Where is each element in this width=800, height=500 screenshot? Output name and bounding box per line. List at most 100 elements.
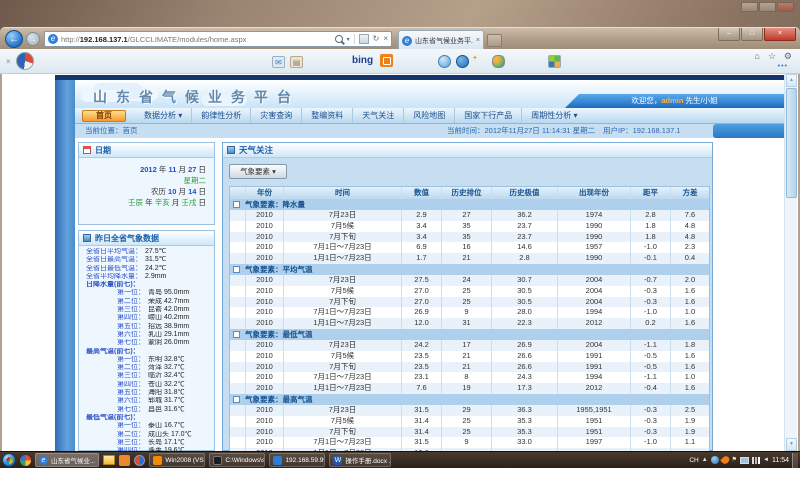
- group-row-min-temp[interactable]: 气象要素：最低气温: [230, 329, 709, 340]
- expander-icon[interactable]: [233, 201, 240, 208]
- gregorian-date: 2012 年 11 月 27 日: [79, 164, 206, 175]
- taskbar-clock[interactable]: 11:54: [772, 457, 789, 464]
- circle-app-icon[interactable]: [134, 455, 145, 466]
- vertical-scrollbar[interactable]: ▲ ▼: [784, 74, 797, 451]
- search-icon[interactable]: [335, 35, 343, 43]
- expander-icon[interactable]: [233, 331, 240, 338]
- mail-icon[interactable]: ✉: [272, 56, 285, 68]
- taskbar-cmd-window[interactable]: C:\Windows\s..: [209, 453, 265, 467]
- nav-item[interactable]: 周期性分析 ▾: [522, 108, 586, 123]
- favorites-star-icon[interactable]: ☆: [768, 51, 776, 62]
- volume-icon[interactable]: ◄: [763, 456, 769, 464]
- paw-addon-icon[interactable]: [492, 55, 505, 68]
- table-row: 20107月23日24.21726.92004-1.11.8: [230, 340, 709, 351]
- calendar-panel-title: 日期: [95, 145, 111, 156]
- nav-item[interactable]: 天气关注: [353, 108, 404, 123]
- address-bar[interactable]: e http://192.168.137.1/GLCCLIMATE/module…: [44, 31, 392, 47]
- page-favicon: e: [48, 34, 58, 44]
- vmware-icon: [153, 456, 162, 465]
- blue-addon-icon[interactable]: [438, 55, 451, 68]
- language-indicator[interactable]: CH: [689, 457, 698, 464]
- nav-item[interactable]: 风险地图: [404, 108, 455, 123]
- site-banner: 山东省气候业务平台 欢迎您，admin 先生/小姐: [75, 80, 784, 108]
- table-row: 20107月5候3.43523.719901.84.8: [230, 221, 709, 232]
- tab-favicon: e: [402, 36, 412, 46]
- network-bars-icon[interactable]: [752, 457, 760, 464]
- address-dropdown-icon[interactable]: ▾: [347, 36, 350, 43]
- column-header: 方差: [671, 187, 709, 199]
- orange-app-icon[interactable]: [119, 455, 130, 466]
- display-icon[interactable]: [740, 457, 749, 464]
- stop-icon[interactable]: ×: [383, 35, 388, 43]
- tab-close-icon[interactable]: ×: [476, 37, 480, 44]
- welcome-ribbon: 欢迎您，admin 先生/小姐: [565, 94, 784, 108]
- tmax-rank-item: 第四位：苍山 32.2℃: [79, 381, 214, 389]
- taskbar-ie-window[interactable]: e 山东省气候业...: [35, 453, 99, 467]
- group-row-precipitation[interactable]: 气象要素：降水量: [230, 199, 709, 210]
- refresh-icon[interactable]: ↻: [373, 35, 380, 43]
- yesterday-panel-header: 昨日全省气象数据: [79, 231, 214, 246]
- show-desktop-button[interactable]: [792, 453, 798, 468]
- username: admin: [661, 96, 683, 105]
- nav-item[interactable]: 灾害查询: [251, 108, 302, 123]
- explorer-icon[interactable]: [103, 455, 115, 465]
- bing-logo[interactable]: bing: [352, 55, 373, 66]
- scroll-down-icon[interactable]: ▼: [786, 438, 797, 451]
- back-button[interactable]: ←: [5, 30, 23, 48]
- stat-line: 全省平均降水量：2.9mm: [79, 273, 214, 281]
- scroll-up-icon[interactable]: ▲: [786, 74, 797, 87]
- maximize-button[interactable]: □: [741, 28, 763, 41]
- table-row: 20107月1日～7月23日31.5933.01997-1.01.1: [230, 437, 709, 448]
- group-row-mean-temp[interactable]: 气象要素：平均气温: [230, 264, 709, 275]
- page-viewport: 山东省气候业务平台 欢迎您，admin 先生/小姐 首页 数据分析 ▾韵律性分析…: [0, 74, 800, 451]
- taskbar-vmware-window[interactable]: Win2008 (VS2..: [149, 453, 205, 467]
- table-row: 20107月23日27.52430.72004-0.72.0: [230, 275, 709, 286]
- table-row: 20107月下旬31.42535.31951-0.31.9: [230, 427, 709, 438]
- action-center-flag-icon[interactable]: ⚑: [732, 456, 737, 464]
- screen: ← → e http://192.168.137.1/GLCCLIMATE/mo…: [0, 0, 800, 500]
- nav-item[interactable]: 整编资料: [302, 108, 353, 123]
- table-row: 20101月1日～7月23日12.03122.320120.21.6: [230, 318, 709, 329]
- network-globe-icon[interactable]: [711, 456, 719, 464]
- home-icon[interactable]: ⌂: [754, 51, 759, 62]
- scrollbar-thumb[interactable]: [786, 88, 797, 198]
- breadcrumb-bar: 当前位置：首页 当前时间：2012年11月27日 11:14:31 星期二 用户…: [75, 124, 784, 138]
- expander-icon[interactable]: [233, 266, 240, 273]
- group-row-max-temp[interactable]: 气象要素：最高气温: [230, 394, 709, 405]
- cards-icon[interactable]: ▤: [290, 56, 303, 68]
- weather-panel-title: 天气关注: [239, 144, 273, 156]
- new-tab-button[interactable]: [487, 34, 502, 47]
- pinned-app-icon[interactable]: [20, 455, 31, 466]
- forward-button[interactable]: →: [26, 32, 40, 46]
- orange-addon-icon[interactable]: [380, 54, 393, 67]
- security-flame-icon[interactable]: [720, 455, 731, 466]
- url-text[interactable]: http://192.168.137.1/GLCCLIMATE/modules/…: [61, 35, 332, 44]
- blue-addon-icon-2[interactable]: [456, 55, 469, 68]
- show-hidden-icons[interactable]: ▲: [702, 456, 708, 464]
- taskbar-word-window[interactable]: W 操作手册.docx ..: [329, 453, 391, 467]
- start-button[interactable]: [2, 453, 16, 467]
- nav-item[interactable]: 韵律性分析: [192, 108, 251, 123]
- tmax-rank-item: 第五位：海阳 31.8℃: [79, 389, 214, 397]
- minimize-button[interactable]: –: [718, 28, 740, 41]
- browser-tab[interactable]: e 山东省气候业务平... ×: [398, 30, 484, 50]
- nav-item[interactable]: 数据分析 ▾: [135, 108, 192, 123]
- rain-rank-item: 第二位：荣成 42.7mm: [79, 298, 214, 306]
- table-row: 20107月23日2.92736.219742.87.6: [230, 210, 709, 221]
- close-button[interactable]: ×: [764, 28, 796, 41]
- element-dropdown-button[interactable]: 气象要素 ▾: [229, 164, 287, 179]
- column-header: 距平: [631, 187, 671, 199]
- nav-item-home[interactable]: 首页: [82, 110, 126, 122]
- tmin-rank-title: 最低气温(前七)：: [79, 414, 214, 422]
- addon-logo-icon[interactable]: [16, 52, 34, 70]
- more-addons-icon[interactable]: •••: [778, 63, 788, 70]
- compatibility-view-icon[interactable]: [359, 34, 369, 44]
- settings-gear-icon[interactable]: ⚙: [784, 51, 792, 62]
- grid-addon-icon[interactable]: [548, 55, 561, 68]
- column-header: 时间: [284, 187, 402, 199]
- tab-title: 山东省气候业务平...: [415, 36, 473, 46]
- close-toolbar-icon[interactable]: ×: [6, 57, 11, 66]
- nav-item[interactable]: 国家下行产品: [455, 108, 522, 123]
- expander-icon[interactable]: [233, 396, 240, 403]
- taskbar-remote-window[interactable]: 192.168.59.99..: [269, 453, 325, 467]
